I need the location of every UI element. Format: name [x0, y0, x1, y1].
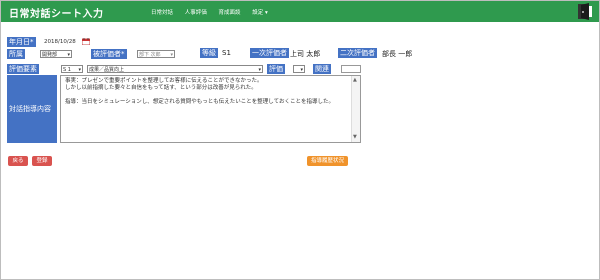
- app-title: 日常対話シート入力: [9, 9, 104, 20]
- element-name-value: 成果／品質向上: [89, 67, 125, 73]
- element-name-select[interactable]: 成果／品質向上 ▾: [87, 65, 263, 73]
- dialogue-content-textarea[interactable]: 事実：プレゼンで重要ポイントを整理してお客様に伝えることができなかった。 しかし…: [60, 75, 361, 143]
- calendar-icon[interactable]: [82, 38, 90, 45]
- content-label: 対話指導内容: [7, 75, 57, 143]
- scroll-up-icon[interactable]: ▲: [353, 77, 357, 84]
- evaluatee-select-value: 部下 次郎: [139, 52, 161, 58]
- related-field[interactable]: [341, 65, 361, 73]
- rating-label: 評価: [267, 64, 285, 74]
- grade-label: 等級: [200, 48, 218, 58]
- textarea-scrollbar[interactable]: ▲ ▼: [351, 76, 360, 142]
- second-evaluator-label: 二次評価者: [338, 48, 377, 58]
- date-value[interactable]: 2018/10/28: [44, 39, 76, 45]
- chevron-down-icon: ▾: [258, 67, 261, 73]
- element-code-value: S 1: [63, 67, 71, 73]
- nav-daily-dialogue[interactable]: 日常対話: [151, 10, 173, 16]
- evaluatee-label: 被評価者*: [91, 49, 127, 59]
- content-line: 事実：プレゼンで重要ポイントを整理してお客様に伝えることができなかった。: [65, 78, 263, 84]
- nav-settings-menu[interactable]: 設定 ▾: [252, 10, 268, 16]
- chevron-down-icon: ▾: [78, 67, 81, 73]
- chevron-down-icon: ▾: [300, 67, 303, 73]
- content-line: 指導：当日をシミュレーションし、想定される質問やもっとも伝えたいことを整理してお…: [65, 99, 334, 105]
- dept-select-value: 開発部: [42, 52, 58, 58]
- first-evaluator-value: 上司 太郎: [290, 50, 321, 58]
- content-line: しかし以前指摘した要々と自信をもって話す、という部分は改善が見られた。: [65, 85, 257, 91]
- dept-select[interactable]: 開発部 ▾: [40, 50, 72, 58]
- rating-select[interactable]: ▾: [293, 65, 305, 73]
- evaluatee-select[interactable]: 部下 次郎 ▾: [137, 50, 175, 58]
- nav-development-interview[interactable]: 育成面談: [219, 10, 241, 16]
- chevron-down-icon: ▾: [67, 52, 70, 58]
- dept-label: 所属: [7, 49, 25, 59]
- scroll-down-icon[interactable]: ▼: [353, 134, 357, 141]
- app-header: 日常対話シート入力 日常対話 人事評価 育成面談 設定 ▾: [1, 1, 599, 22]
- guidance-history-button[interactable]: 指導履歴状況: [307, 156, 348, 166]
- chevron-down-icon: ▾: [170, 52, 173, 58]
- grade-value: S1: [222, 49, 231, 57]
- nav-hr-evaluation[interactable]: 人事評価: [185, 10, 207, 16]
- element-code-select[interactable]: S 1 ▾: [61, 65, 83, 73]
- main-nav: 日常対話 人事評価 育成面談 設定 ▾: [151, 8, 278, 16]
- related-label: 関連: [313, 64, 331, 74]
- element-label: 評価要素: [7, 64, 39, 74]
- back-button[interactable]: 戻る: [8, 156, 28, 166]
- logout-door-icon[interactable]: [577, 3, 593, 20]
- first-evaluator-label: 一次評価者: [250, 48, 289, 58]
- date-label: 年月日*: [7, 37, 36, 47]
- register-button[interactable]: 登録: [32, 156, 52, 166]
- content-line: [65, 92, 348, 99]
- second-evaluator-value: 部長 一郎: [382, 50, 413, 58]
